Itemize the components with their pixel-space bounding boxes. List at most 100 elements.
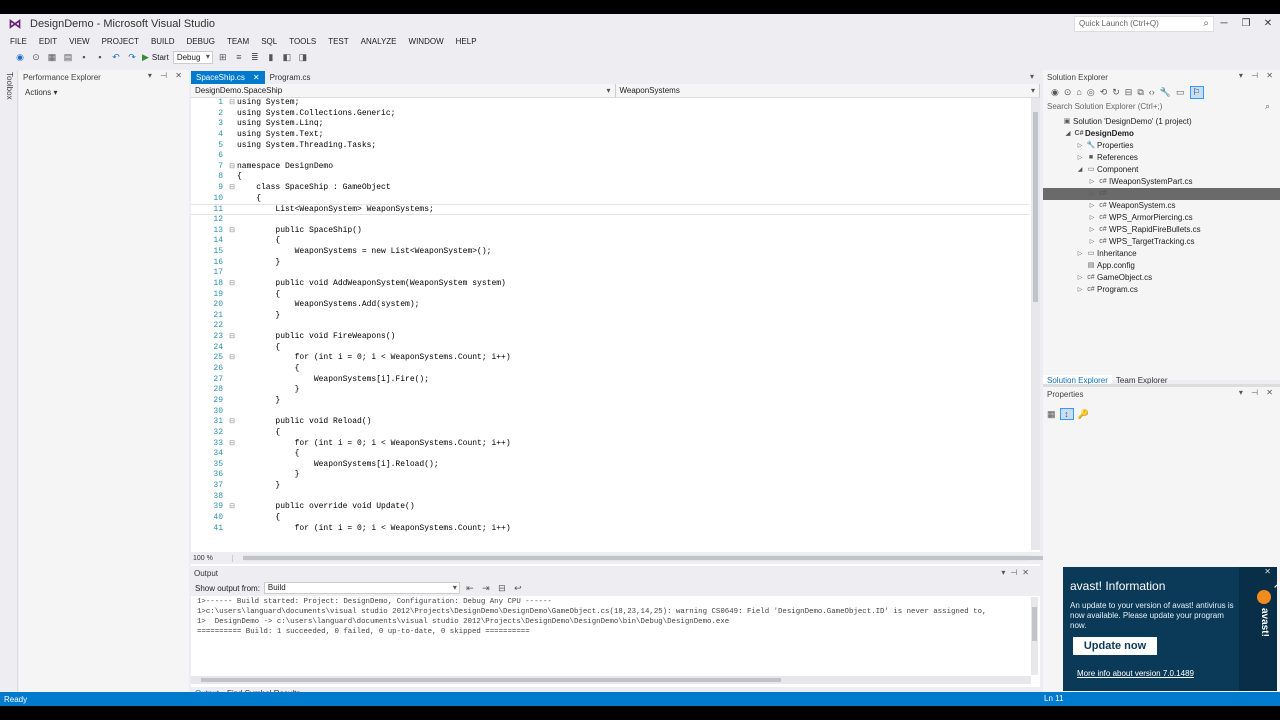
save-icon[interactable]: ▪ [78, 52, 90, 62]
tree-item[interactable]: ▷ c# WPS_ArmorPiercing.cs [1043, 212, 1280, 224]
preview-selected-icon[interactable]: ⚐ [1189, 85, 1204, 99]
code-line[interactable]: 16 } [191, 258, 1029, 269]
menu-debug[interactable]: DEBUG [181, 37, 221, 46]
tree-item[interactable]: ▷ c# WPS_RapidFireBullets.cs [1043, 224, 1280, 236]
menu-team[interactable]: TEAM [221, 37, 255, 46]
tree-item[interactable]: ▷ c# Program.cs [1043, 284, 1280, 296]
code-line[interactable]: 2 using System.Collections.Generic; [191, 109, 1029, 120]
tab-program-cs[interactable]: Program.cs [265, 71, 316, 84]
uncomment-icon[interactable]: ≣ [249, 52, 261, 63]
code-line[interactable]: 4 using System.Text; [191, 130, 1029, 141]
view-code-icon[interactable]: ‹› [1149, 87, 1155, 97]
code-line[interactable]: 32 { [191, 428, 1029, 439]
properties-icon[interactable]: 🔧 [1160, 87, 1171, 98]
goto-prev-message-icon[interactable]: ⇤ [464, 583, 476, 594]
collapse-region-icon[interactable]: ⊟ [227, 439, 237, 450]
tree-item[interactable]: ▷ ■ References [1043, 152, 1280, 164]
code-line[interactable]: 23 ⊟ public void FireWeapons() [191, 332, 1029, 343]
code-line[interactable]: 21 } [191, 311, 1029, 322]
expand-arrow-icon[interactable]: ▷ [1087, 200, 1097, 212]
code-line[interactable]: 14 { [191, 236, 1029, 247]
menu-test[interactable]: TEST [322, 37, 354, 46]
code-line[interactable]: 9 ⊟ class SpaceShip : GameObject [191, 183, 1029, 194]
quick-launch-input[interactable]: Quick Launch (Ctrl+Q) ⌕ [1074, 16, 1214, 32]
expand-arrow-icon[interactable]: ▷ [1075, 272, 1085, 284]
start-debugging-button[interactable]: ▶ Start [142, 52, 169, 63]
minimize-button[interactable]: ─ [1214, 16, 1234, 32]
collapse-region-icon[interactable]: ⊟ [227, 279, 237, 290]
code-line[interactable]: 11 List<WeaponSystem> WeaponSystems; [191, 204, 1029, 216]
actions-dropdown[interactable]: Actions ▾ [19, 84, 189, 101]
bookmark-icon[interactable]: ▮ [265, 52, 277, 63]
solution-search-input[interactable]: Search Solution Explorer (Ctrl+;) ⌕ [1043, 100, 1280, 114]
preview-icon[interactable]: ▭ [1176, 87, 1185, 98]
code-line[interactable]: 24 { [191, 343, 1029, 354]
show-all-files-icon[interactable]: ⧉ [1137, 87, 1143, 98]
expand-arrow-icon[interactable]: ▷ [1087, 212, 1097, 224]
maximize-button[interactable]: ❐ [1236, 16, 1256, 32]
tree-item[interactable]: ◢ C# DesignDemo [1043, 128, 1280, 140]
find-in-files-icon[interactable]: ⊞ [217, 52, 229, 63]
goto-next-message-icon[interactable]: ⇥ [480, 583, 492, 594]
scroll-thumb[interactable] [1032, 607, 1037, 641]
collapse-region-icon[interactable]: ⊟ [227, 162, 237, 173]
code-line[interactable]: 27 WeaponSystems[i].Fire(); [191, 375, 1029, 386]
editor-horizontal-scrollbar[interactable] [243, 555, 1053, 561]
new-project-icon[interactable]: ▦ [46, 52, 58, 63]
editor-vertical-scrollbar[interactable] [1031, 98, 1040, 550]
solution-config-dropdown[interactable]: Debug [172, 50, 213, 64]
panel-pin-close-icon[interactable]: ▾ ⊣ ✕ [148, 71, 185, 80]
code-line[interactable]: 41 for (int i = 0; i < WeaponSystems.Cou… [191, 524, 1029, 535]
scroll-thumb[interactable] [201, 678, 781, 682]
word-wrap-icon[interactable]: ↩ [512, 583, 524, 594]
member-dropdown[interactable]: WeaponSystems [616, 84, 1040, 97]
property-pages-icon[interactable]: 🔑 [1078, 409, 1089, 420]
expand-arrow-icon[interactable]: ▷ [1075, 140, 1085, 152]
expand-arrow-icon[interactable]: ◢ [1075, 164, 1085, 176]
code-line[interactable]: 31 ⊟ public void Reload() [191, 417, 1029, 428]
sync-icon[interactable]: ⟲ [1100, 87, 1108, 98]
code-line[interactable]: 3 using System.Linq; [191, 119, 1029, 130]
code-line[interactable]: 26 { [191, 364, 1029, 375]
menu-window[interactable]: WINDOW [403, 37, 450, 46]
tree-item[interactable]: ▤ App.config [1043, 260, 1280, 272]
code-line[interactable]: 18 ⊟ public void AddWeaponSystem(WeaponSy… [191, 279, 1029, 290]
menu-build[interactable]: BUILD [145, 37, 181, 46]
tree-item[interactable]: ▷ c# WPS_TargetTracking.cs [1043, 236, 1280, 248]
scroll-thumb[interactable] [1033, 112, 1038, 302]
code-line[interactable]: 39 ⊟ public override void Update() [191, 502, 1029, 513]
code-line[interactable]: 17 [191, 268, 1029, 279]
tree-item[interactable]: ▷ c# LaserBeam.cs [1043, 188, 1280, 200]
menu-project[interactable]: PROJECT [96, 37, 145, 46]
more-info-link[interactable]: More info about version 7.0.1489 [1077, 669, 1194, 678]
tree-item[interactable]: ▷ c# GameObject.cs [1043, 272, 1280, 284]
menu-tools[interactable]: TOOLS [283, 37, 322, 46]
code-line[interactable]: 34 { [191, 449, 1029, 460]
output-source-dropdown[interactable]: Build [263, 582, 460, 594]
tab-overflow-icon[interactable]: ▾ [1030, 72, 1034, 81]
code-line[interactable]: 5 using System.Threading.Tasks; [191, 141, 1029, 152]
code-line[interactable]: 12 [191, 215, 1029, 226]
undo-icon[interactable]: ↶ [110, 52, 122, 63]
type-dropdown[interactable]: DesignDemo.SpaceShip [191, 84, 616, 97]
code-line[interactable]: 15 WeaponSystems = new List<WeaponSystem… [191, 247, 1029, 258]
toggle-comment-icon[interactable]: ≡ [233, 52, 245, 62]
panel-pin-close-icon[interactable]: ▾⊣✕ [1001, 568, 1034, 577]
clear-all-icon[interactable]: ⊟ [496, 583, 508, 594]
code-line[interactable]: 30 [191, 407, 1029, 418]
forward-icon[interactable]: ⊙ [30, 52, 42, 63]
code-line[interactable]: 20 WeaponSystems.Add(system); [191, 300, 1029, 311]
save-all-icon[interactable]: ▪ [94, 52, 106, 62]
open-file-icon[interactable]: ▤ [62, 52, 74, 63]
expand-arrow-icon[interactable]: ▷ [1087, 176, 1097, 188]
code-line[interactable]: 36 } [191, 470, 1029, 481]
collapse-region-icon[interactable]: ⊟ [227, 502, 237, 513]
expand-arrow-icon[interactable]: ▷ [1087, 236, 1097, 248]
collapse-region-icon[interactable]: ⊟ [227, 332, 237, 343]
tree-item[interactable]: ▷ 🔧 Properties [1043, 140, 1280, 152]
menu-view[interactable]: VIEW [63, 37, 95, 46]
collapse-region-icon[interactable]: ⊟ [227, 417, 237, 428]
code-line[interactable]: 10 { [191, 194, 1029, 205]
back-icon[interactable]: ◉ [1051, 87, 1059, 98]
pending-changes-icon[interactable]: ◎ [1087, 87, 1095, 98]
